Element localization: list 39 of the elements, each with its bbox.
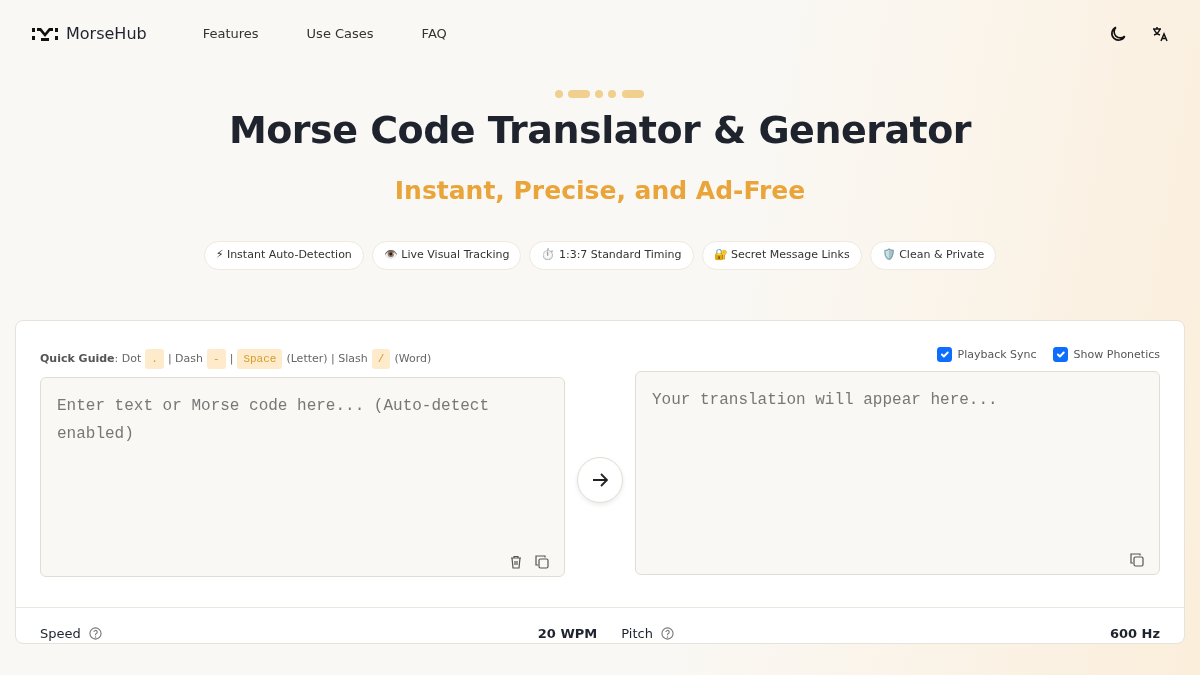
brand-name[interactable]: MorseHub: [66, 22, 147, 46]
guide-text: : Dot: [114, 350, 142, 367]
nav-link[interactable]: Features: [202, 24, 259, 44]
translate-icon[interactable]: [1152, 26, 1168, 42]
feature-pill: ⚡ Instant Auto-Detection: [203, 241, 364, 270]
help-icon[interactable]: [660, 626, 674, 640]
copy-icon[interactable]: [1128, 550, 1146, 569]
setting-label: Pitch: [621, 624, 653, 643]
checkbox[interactable]: [1052, 347, 1068, 363]
feature-pill: 🛡 Clean & Private: [869, 241, 997, 270]
page-title: Morse Code Translator & Generator: [227, 108, 973, 154]
guide-text: (Letter) | Slash: [286, 350, 368, 367]
logo-icon: [32, 26, 58, 42]
feature-pill: 🔐 Secret Message Links: [701, 241, 862, 270]
translate-arrow-button[interactable]: [577, 456, 623, 503]
checkbox[interactable]: [936, 347, 952, 363]
input-field[interactable]: Enter text or Morse code here... (Auto-detect enabled): [40, 377, 565, 578]
copy-icon[interactable]: [533, 552, 551, 571]
moon-icon[interactable]: [1108, 24, 1128, 44]
option-label: Show Phonetics: [1073, 346, 1160, 363]
feature-pill: 👁 Live Visual Tracking: [371, 241, 522, 270]
setting-value: 20 WPM: [537, 624, 598, 643]
guide-label: Quick Guide: [40, 350, 115, 367]
page-subtitle: Instant, Precise, and Ad-Free: [393, 174, 807, 207]
key-sample: Space: [237, 348, 283, 370]
key-sample: .: [145, 348, 164, 370]
option-label: Playback Sync: [957, 346, 1037, 363]
feature-pill: ⏱ 1:3:7 Standard Timing: [529, 241, 694, 270]
guide-text: | Dash: [167, 350, 204, 367]
help-icon[interactable]: [88, 626, 102, 640]
guide-text: (Word): [394, 350, 432, 367]
nav-link[interactable]: Use Cases: [306, 24, 374, 44]
key-sample: -: [207, 348, 226, 370]
output-field[interactable]: Your translation will appear here...: [635, 371, 1160, 576]
setting-value: 600 Hz: [1109, 624, 1160, 643]
nav-link[interactable]: FAQ: [421, 24, 447, 44]
key-sample: /: [371, 348, 391, 370]
guide-text: |: [229, 350, 234, 367]
setting-label: Speed: [40, 624, 81, 643]
